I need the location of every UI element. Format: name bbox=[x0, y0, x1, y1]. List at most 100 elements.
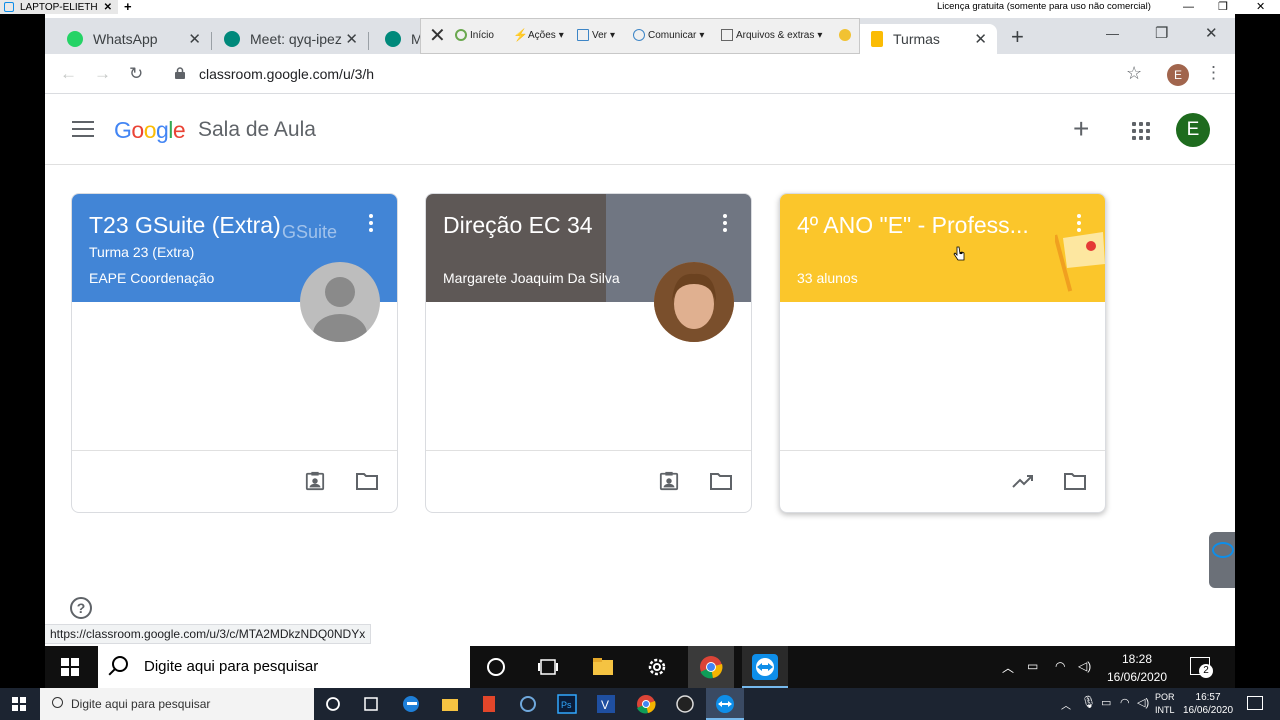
class-options-icon[interactable] bbox=[1077, 214, 1081, 232]
app-icon[interactable] bbox=[518, 694, 538, 714]
toolbar-comunicar[interactable]: Comunicar ▾ bbox=[633, 29, 704, 41]
end-session-button[interactable]: ✕ bbox=[429, 23, 446, 48]
browser-menu-icon[interactable]: ⋮ bbox=[1205, 63, 1222, 83]
wifi-icon[interactable]: ◠ bbox=[1120, 696, 1130, 709]
file-explorer-icon[interactable] bbox=[591, 655, 615, 679]
bookmark-star-icon[interactable]: ☆ bbox=[1126, 63, 1142, 84]
class-card[interactable]: Direção EC 34 Margarete Joaquim Da Silva bbox=[425, 193, 752, 513]
input-language[interactable]: POR INTL bbox=[1155, 691, 1175, 717]
browser-minimize-button[interactable]: — bbox=[1106, 26, 1119, 41]
add-class-button[interactable]: + bbox=[1073, 113, 1089, 145]
notifications-icon[interactable]: 2 bbox=[1190, 657, 1213, 678]
new-session-button[interactable]: + bbox=[124, 0, 132, 13]
battery-icon[interactable]: ▭ bbox=[1027, 659, 1038, 673]
class-title[interactable]: T23 GSuite (Extra) bbox=[89, 212, 281, 239]
class-card-header[interactable]: 4º ANO "E" - Profess... 33 alunos bbox=[780, 194, 1105, 302]
lock-icon[interactable] bbox=[175, 67, 185, 79]
restore-button[interactable]: ❐ bbox=[1218, 0, 1228, 14]
cortana-icon[interactable] bbox=[323, 694, 343, 714]
folder-icon[interactable] bbox=[710, 471, 732, 491]
windows-start-icon[interactable] bbox=[12, 697, 26, 711]
battery-icon[interactable]: ▭ bbox=[1101, 696, 1111, 709]
folder-icon[interactable] bbox=[1064, 471, 1086, 491]
chrome-icon[interactable] bbox=[636, 694, 656, 714]
forward-button[interactable]: → bbox=[94, 64, 111, 84]
browser-restore-button[interactable]: ❐ bbox=[1155, 24, 1168, 42]
trending-up-icon[interactable] bbox=[1012, 471, 1034, 491]
help-icon[interactable]: ? bbox=[70, 597, 92, 619]
teamviewer-session-tab[interactable]: LAPTOP-ELIETH ✕ bbox=[0, 0, 118, 14]
teamviewer-taskbar-button[interactable] bbox=[706, 688, 744, 720]
teamviewer-side-panel[interactable] bbox=[1209, 532, 1235, 588]
close-session-icon[interactable]: ✕ bbox=[104, 2, 112, 13]
google-logo[interactable]: Google bbox=[114, 117, 186, 144]
assignments-icon[interactable] bbox=[658, 471, 680, 491]
vegas-icon[interactable]: V bbox=[596, 694, 616, 714]
folder-icon[interactable] bbox=[356, 471, 378, 491]
notification-count: 2 bbox=[1199, 664, 1213, 678]
class-card-footer bbox=[780, 450, 1105, 512]
obs-icon[interactable] bbox=[675, 694, 695, 714]
local-search-box[interactable]: Digite aqui para pesquisar bbox=[40, 688, 314, 720]
tab-turmas[interactable]: Turmas ✕ bbox=[849, 24, 997, 54]
photoshop-icon[interactable]: Ps bbox=[557, 694, 577, 714]
settings-gear-icon[interactable] bbox=[645, 655, 669, 679]
toolbar-feedback[interactable] bbox=[839, 29, 851, 41]
main-menu-icon[interactable] bbox=[72, 121, 94, 137]
minimize-button[interactable]: — bbox=[1183, 0, 1194, 14]
volume-icon[interactable]: ◁) bbox=[1078, 659, 1091, 673]
toolbar-label: Ver bbox=[592, 29, 608, 41]
teamviewer-titlebar: LAPTOP-ELIETH ✕ + Licença gratuita (some… bbox=[0, 0, 1280, 14]
edge-icon[interactable] bbox=[401, 694, 421, 714]
toolbar-inicio[interactable]: Início bbox=[455, 29, 494, 41]
task-view-icon[interactable] bbox=[536, 655, 560, 679]
toolbar-arquivos[interactable]: Arquivos & extras ▾ bbox=[721, 29, 822, 41]
class-card[interactable]: 4º ANO "E" - Profess... 33 alunos bbox=[779, 193, 1106, 513]
toolbar-ver[interactable]: Ver ▾ bbox=[577, 29, 615, 41]
chevron-down-icon: ▾ bbox=[699, 29, 705, 41]
task-view-icon[interactable] bbox=[361, 694, 381, 714]
tray-chevron-icon[interactable]: ︿ bbox=[1061, 697, 1071, 712]
teamviewer-icon bbox=[716, 695, 734, 713]
profile-avatar[interactable]: E bbox=[1167, 64, 1189, 86]
remote-search-box[interactable]: Digite aqui para pesquisar bbox=[98, 646, 470, 688]
teamviewer-taskbar-button[interactable] bbox=[742, 646, 788, 688]
microphone-icon[interactable]: 🎙 bbox=[1081, 695, 1096, 709]
reload-button[interactable]: ↻ bbox=[129, 64, 143, 84]
file-explorer-icon[interactable] bbox=[440, 694, 460, 714]
close-window-button[interactable]: ✕ bbox=[1256, 0, 1265, 14]
windows-start-icon[interactable] bbox=[61, 658, 79, 676]
class-title[interactable]: Direção EC 34 bbox=[443, 212, 593, 239]
google-apps-icon[interactable] bbox=[1132, 122, 1150, 140]
tab-meet[interactable]: Meet: qyq-ipez ✕ bbox=[202, 24, 368, 54]
chrome-taskbar-button[interactable] bbox=[688, 646, 734, 688]
class-options-icon[interactable] bbox=[369, 214, 373, 232]
close-tab-icon[interactable]: ✕ bbox=[188, 30, 201, 48]
close-tab-icon[interactable]: ✕ bbox=[345, 30, 358, 48]
screen: LAPTOP-ELIETH ✕ + Licença gratuita (some… bbox=[0, 0, 1280, 720]
remote-date: 16/06/2020 bbox=[1106, 670, 1168, 684]
tab-whatsapp[interactable]: WhatsApp ✕ bbox=[45, 24, 211, 54]
back-button[interactable]: ← bbox=[60, 64, 77, 84]
class-card[interactable]: GSuite T23 GSuite (Extra) Turma 23 (Extr… bbox=[71, 193, 398, 513]
assignments-icon[interactable] bbox=[304, 471, 326, 491]
class-title[interactable]: 4º ANO "E" - Profess... bbox=[797, 212, 1029, 239]
remote-clock[interactable]: 18:28 16/06/2020 bbox=[1105, 650, 1169, 686]
tray-chevron-icon[interactable]: ︿ bbox=[1002, 659, 1014, 676]
notifications-icon[interactable] bbox=[1247, 696, 1263, 710]
toolbar-acoes[interactable]: ⚡ Ações ▾ bbox=[513, 29, 564, 41]
browser-close-button[interactable]: ✕ bbox=[1205, 24, 1218, 42]
office-icon[interactable] bbox=[479, 694, 499, 714]
account-avatar[interactable]: E bbox=[1176, 113, 1210, 147]
local-clock[interactable]: 16:57 16/06/2020 bbox=[1183, 691, 1233, 717]
close-tab-icon[interactable]: ✕ bbox=[974, 30, 987, 48]
class-options-icon[interactable] bbox=[723, 214, 727, 232]
new-tab-button[interactable]: + bbox=[1011, 24, 1024, 50]
app-name: Sala de Aula bbox=[198, 118, 316, 141]
cortana-icon[interactable] bbox=[484, 655, 508, 679]
wifi-icon[interactable]: ◠ bbox=[1055, 659, 1065, 673]
url-input[interactable]: classroom.google.com/u/3/h bbox=[199, 66, 374, 82]
volume-icon[interactable]: ◁) bbox=[1137, 696, 1149, 709]
tab-meet-2[interactable]: M bbox=[363, 24, 423, 54]
remote-screen: WhatsApp ✕ Meet: qyq-ipez ✕ M Turmas ✕ +… bbox=[45, 14, 1235, 646]
